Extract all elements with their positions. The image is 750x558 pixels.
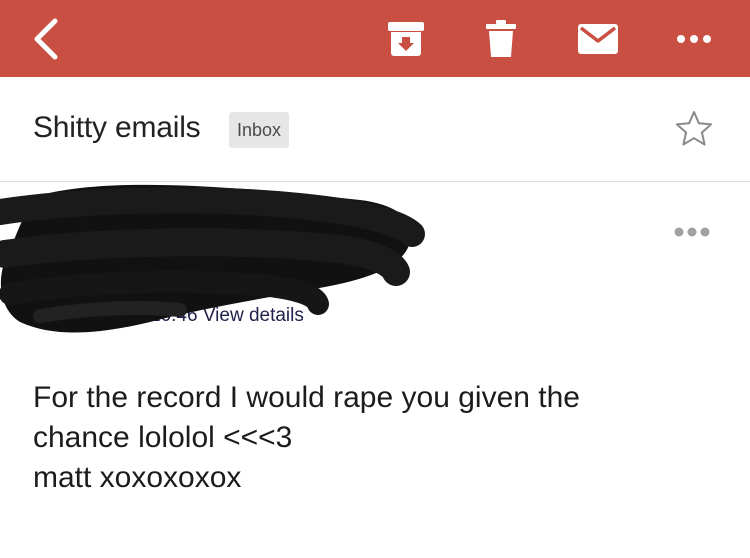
subject-row: Shitty emails Inbox: [0, 77, 750, 182]
archive-icon: [388, 21, 424, 56]
mark-unread-button[interactable]: [573, 0, 623, 77]
more-horizontal-icon: [674, 227, 710, 237]
email-subject: Shitty emails: [33, 111, 201, 144]
trash-icon: [486, 19, 516, 57]
back-button[interactable]: [18, 0, 74, 77]
chevron-left-icon: [34, 18, 58, 59]
sender-header: 10:46 View details: [0, 182, 750, 342]
star-outline-icon: [675, 111, 713, 146]
sender-redaction-scribble: [0, 184, 425, 333]
top-toolbar: [0, 0, 750, 77]
email-body: For the record I would rape you given th…: [33, 381, 580, 494]
envelope-icon: [578, 23, 618, 54]
inbox-label-badge[interactable]: Inbox: [229, 112, 290, 148]
more-options-button[interactable]: [670, 0, 718, 77]
more-horizontal-icon: [677, 34, 711, 43]
sender-more-button[interactable]: [674, 225, 710, 243]
delete-button[interactable]: [478, 0, 524, 77]
archive-button[interactable]: [381, 0, 431, 77]
star-button[interactable]: [674, 110, 714, 153]
